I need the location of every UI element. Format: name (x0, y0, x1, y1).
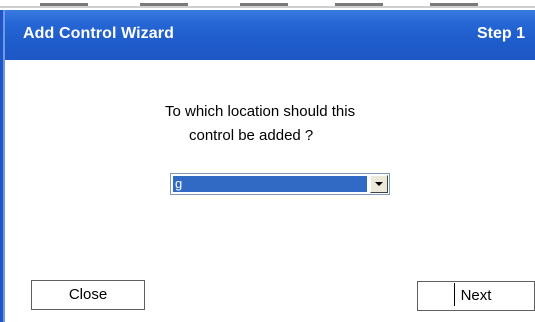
wizard-title-bar: Add Control Wizard Step 1 (5, 10, 535, 60)
window-top-tick (240, 3, 288, 6)
next-button[interactable]: Next (417, 281, 535, 311)
question-line-2: control be added ? (189, 127, 314, 144)
wizard-step-indicator: Step 1 (476, 25, 525, 42)
close-button[interactable]: Close (31, 280, 145, 310)
location-question: To which location should this control be… (165, 100, 425, 148)
chevron-down-icon (375, 182, 383, 186)
question-line-1: To which location should this (165, 103, 356, 120)
window-top-tick (335, 3, 383, 6)
window-top-tick (40, 3, 88, 6)
wizard-title: Add Control Wizard (23, 25, 174, 42)
window-top-tick (140, 3, 188, 6)
mouse-text-cursor (454, 283, 455, 306)
location-dropdown-value: g (173, 176, 367, 192)
location-dropdown[interactable]: g (170, 173, 390, 195)
window-top-strip (0, 0, 535, 10)
wizard-content: To which location should this control be… (5, 60, 535, 322)
window-top-line (0, 6, 535, 8)
dropdown-toggle-button[interactable] (370, 175, 388, 193)
window-top-tick (430, 3, 478, 6)
